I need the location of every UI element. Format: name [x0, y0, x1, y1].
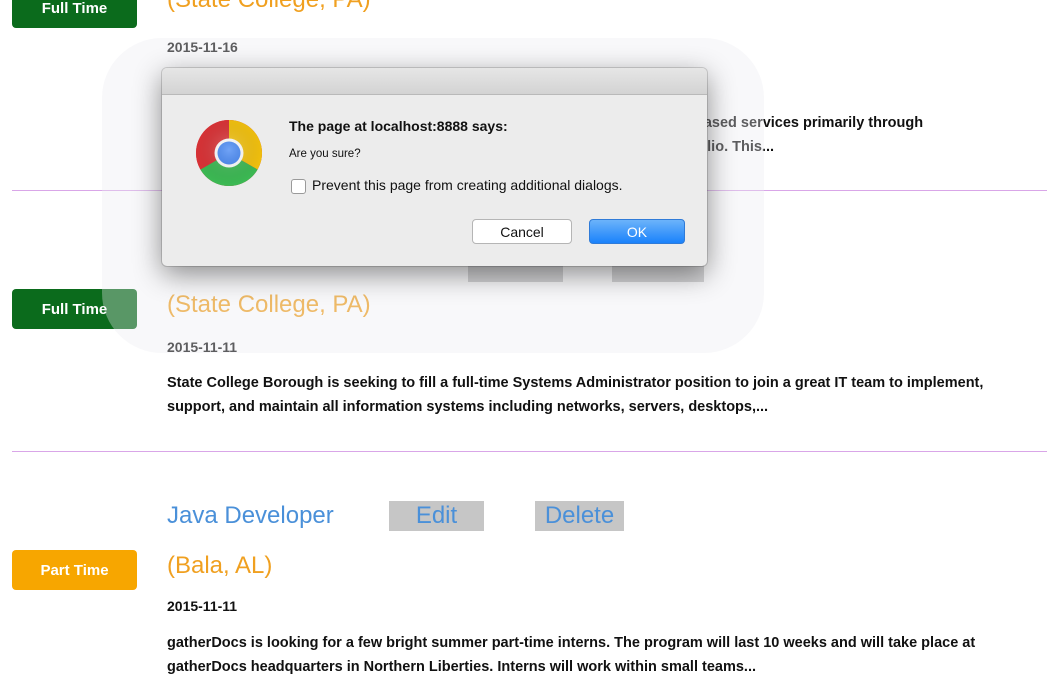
job-description: gatherDocs is looking for a few bright s…: [167, 635, 976, 675]
ok-button[interactable]: OK: [589, 219, 685, 244]
job-date: 2015-11-11: [167, 598, 238, 614]
cancel-button[interactable]: Cancel: [472, 219, 572, 244]
dialog-message: Are you sure?: [289, 148, 361, 160]
prevent-dialogs-checkbox[interactable]: [291, 179, 306, 194]
job-description: State College Borough is seeking to fill…: [167, 375, 984, 415]
dialog-titlebar: [162, 68, 707, 95]
alert-dialog: The page at localhost:8888 says: Are you…: [162, 68, 707, 266]
job-type-badge: Part Time: [12, 550, 137, 590]
chrome-icon: [195, 119, 263, 187]
job-location: (State College, PA): [167, 0, 371, 14]
job-title-link[interactable]: Java Developer: [167, 502, 334, 530]
edit-button[interactable]: Edit: [389, 501, 484, 531]
job-type-badge: Full Time: [12, 0, 137, 28]
job-divider: [12, 451, 1047, 452]
delete-button[interactable]: Delete: [535, 501, 624, 531]
dialog-heading: The page at localhost:8888 says:: [289, 118, 508, 134]
prevent-dialogs-label[interactable]: Prevent this page from creating addition…: [312, 177, 623, 193]
job-location: (Bala, AL): [167, 552, 273, 579]
